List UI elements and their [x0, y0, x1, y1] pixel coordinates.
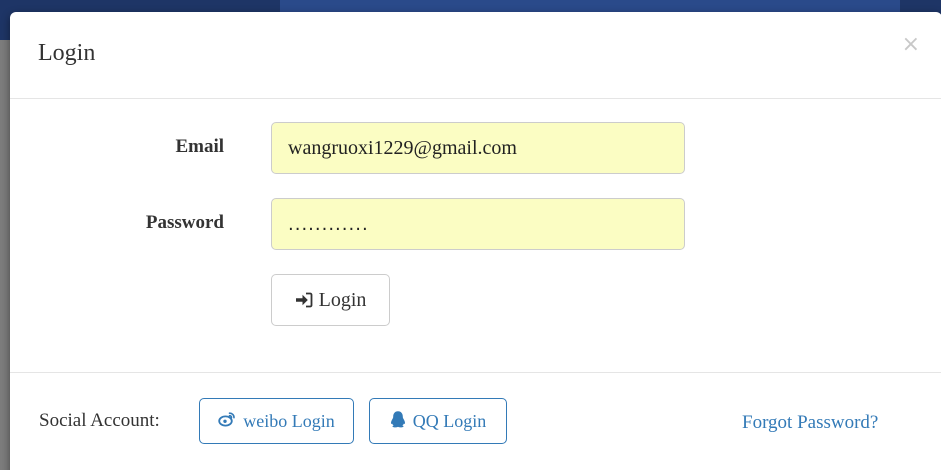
qq-button-label: QQ Login	[412, 410, 487, 431]
qq-icon	[390, 410, 406, 433]
password-field[interactable]	[271, 198, 685, 250]
email-row: Email	[10, 122, 941, 174]
modal-footer: Social Account: weibo Login QQ Login For…	[10, 372, 941, 470]
modal-title: Login	[38, 40, 96, 66]
password-row: Password	[10, 198, 941, 250]
forgot-password-link[interactable]: Forgot Password?	[742, 412, 878, 434]
password-label: Password	[145, 212, 224, 233]
qq-login-button[interactable]: QQ Login	[369, 398, 507, 444]
close-icon[interactable]: ×	[902, 34, 920, 56]
weibo-login-button[interactable]: weibo Login	[199, 398, 354, 444]
login-modal: Login × Email Password Login Social Acco…	[10, 12, 941, 470]
social-account-label: Social Account:	[39, 410, 160, 431]
weibo-button-label: weibo Login	[243, 410, 335, 431]
weibo-icon	[218, 411, 236, 432]
email-label: Email	[175, 136, 224, 157]
modal-header: Login ×	[10, 12, 941, 99]
login-button-label: Login	[318, 288, 367, 311]
login-button[interactable]: Login	[271, 274, 390, 326]
email-field[interactable]	[271, 122, 685, 174]
background-nav-strip	[280, 0, 900, 12]
sign-in-icon	[295, 292, 313, 308]
